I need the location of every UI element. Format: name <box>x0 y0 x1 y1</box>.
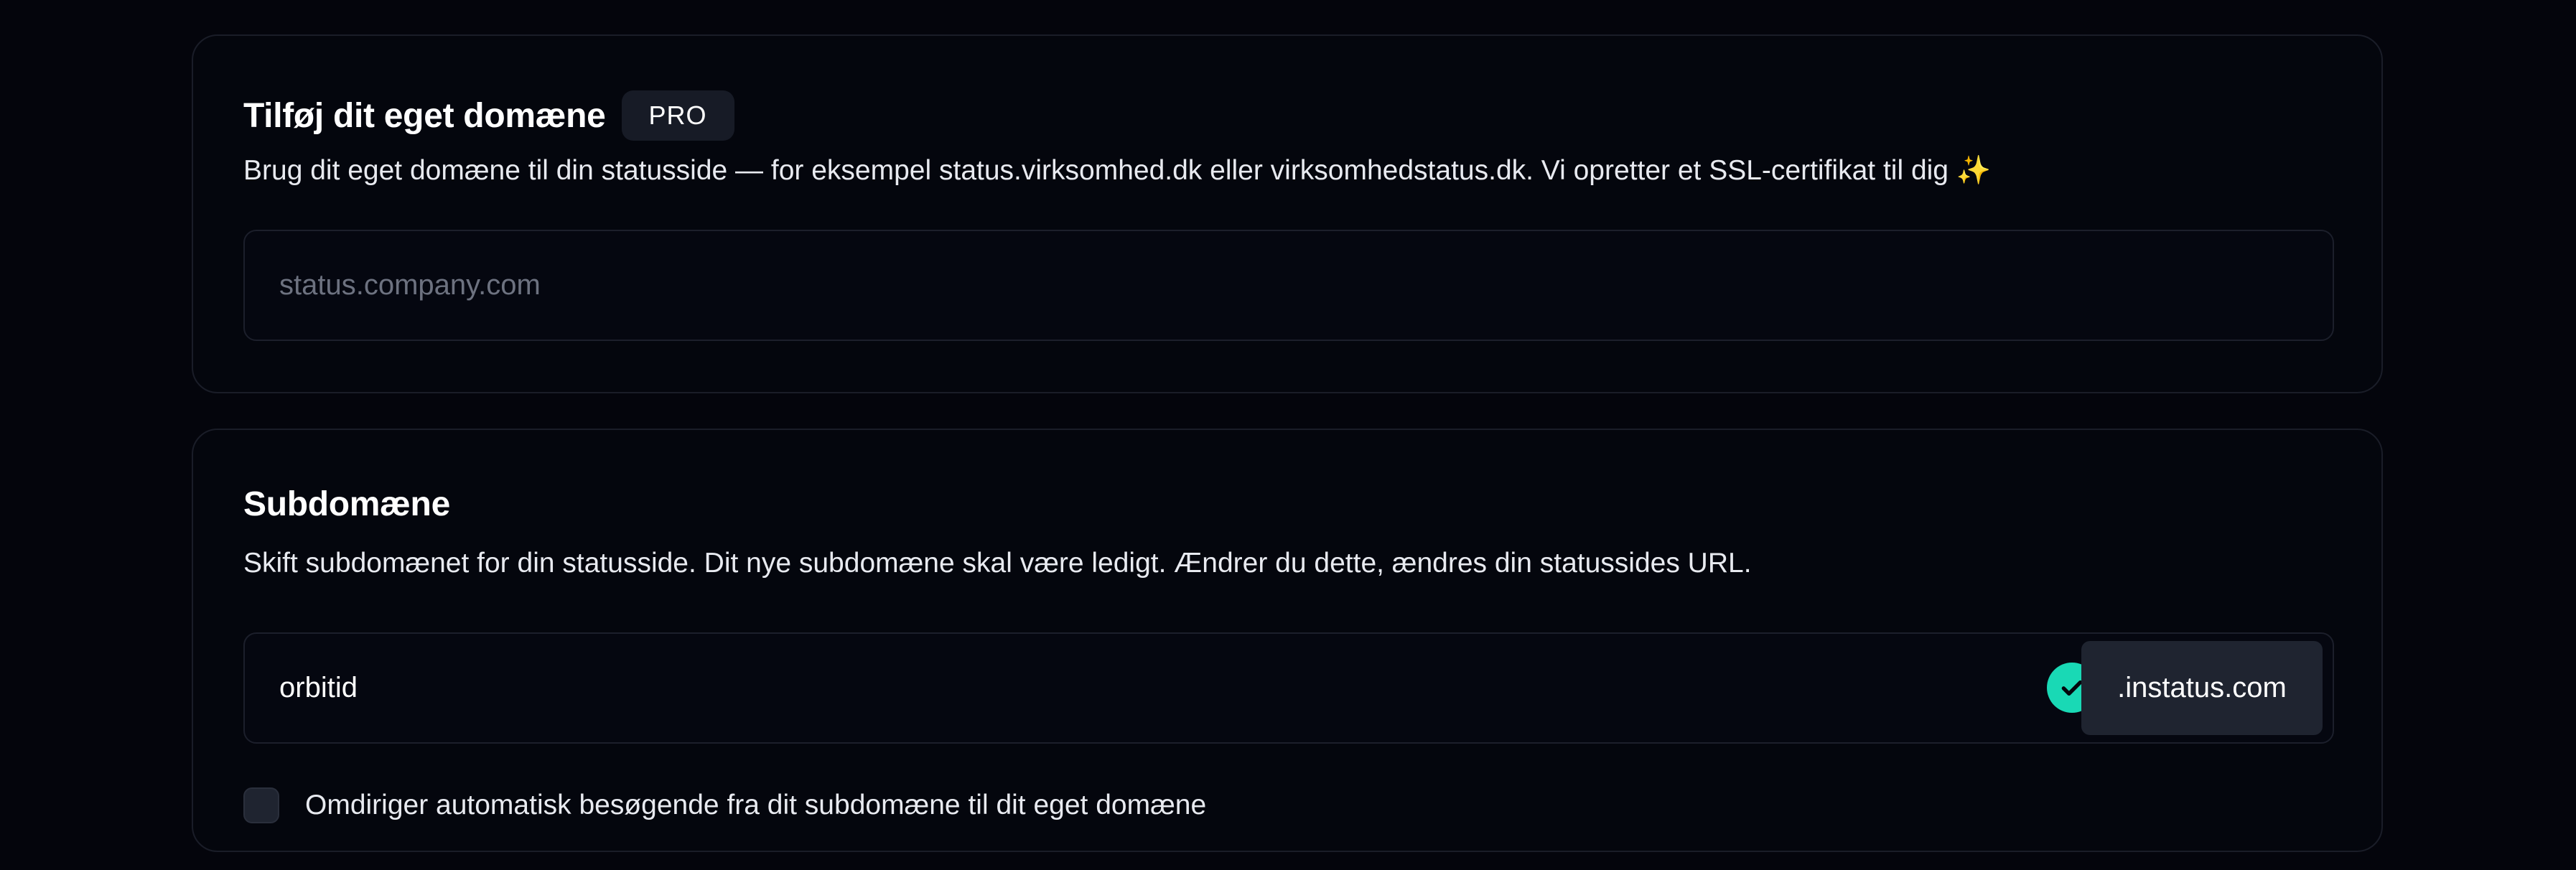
subdomain-input-box: .instatus.com <box>243 632 2334 744</box>
custom-domain-title-row: Tilføj dit eget domæne PRO <box>243 90 734 141</box>
subdomain-title: Subdomæne <box>243 485 450 523</box>
subdomain-title-row: Subdomæne <box>243 485 450 524</box>
custom-domain-input-box <box>243 230 2334 341</box>
subdomain-input[interactable] <box>279 634 2074 742</box>
custom-domain-input[interactable] <box>279 231 2074 340</box>
subdomain-suffix: .instatus.com <box>2081 641 2323 735</box>
pro-badge: PRO <box>621 90 734 141</box>
redirect-checkbox-label: Omdiriger automatisk besøgende fra dit s… <box>305 790 1207 820</box>
subdomain-description: Skift subdomænet for din statusside. Dit… <box>243 548 1752 579</box>
redirect-checkbox-row[interactable]: Omdiriger automatisk besøgende fra dit s… <box>243 787 1206 823</box>
custom-domain-description: Brug dit eget domæne til din statusside … <box>243 155 1992 186</box>
custom-domain-card: Tilføj dit eget domæne PRO Brug dit eget… <box>192 34 2383 393</box>
redirect-checkbox[interactable] <box>243 787 279 823</box>
subdomain-card: Subdomæne Skift subdomænet for din statu… <box>192 429 2383 852</box>
custom-domain-title: Tilføj dit eget domæne <box>243 96 606 135</box>
